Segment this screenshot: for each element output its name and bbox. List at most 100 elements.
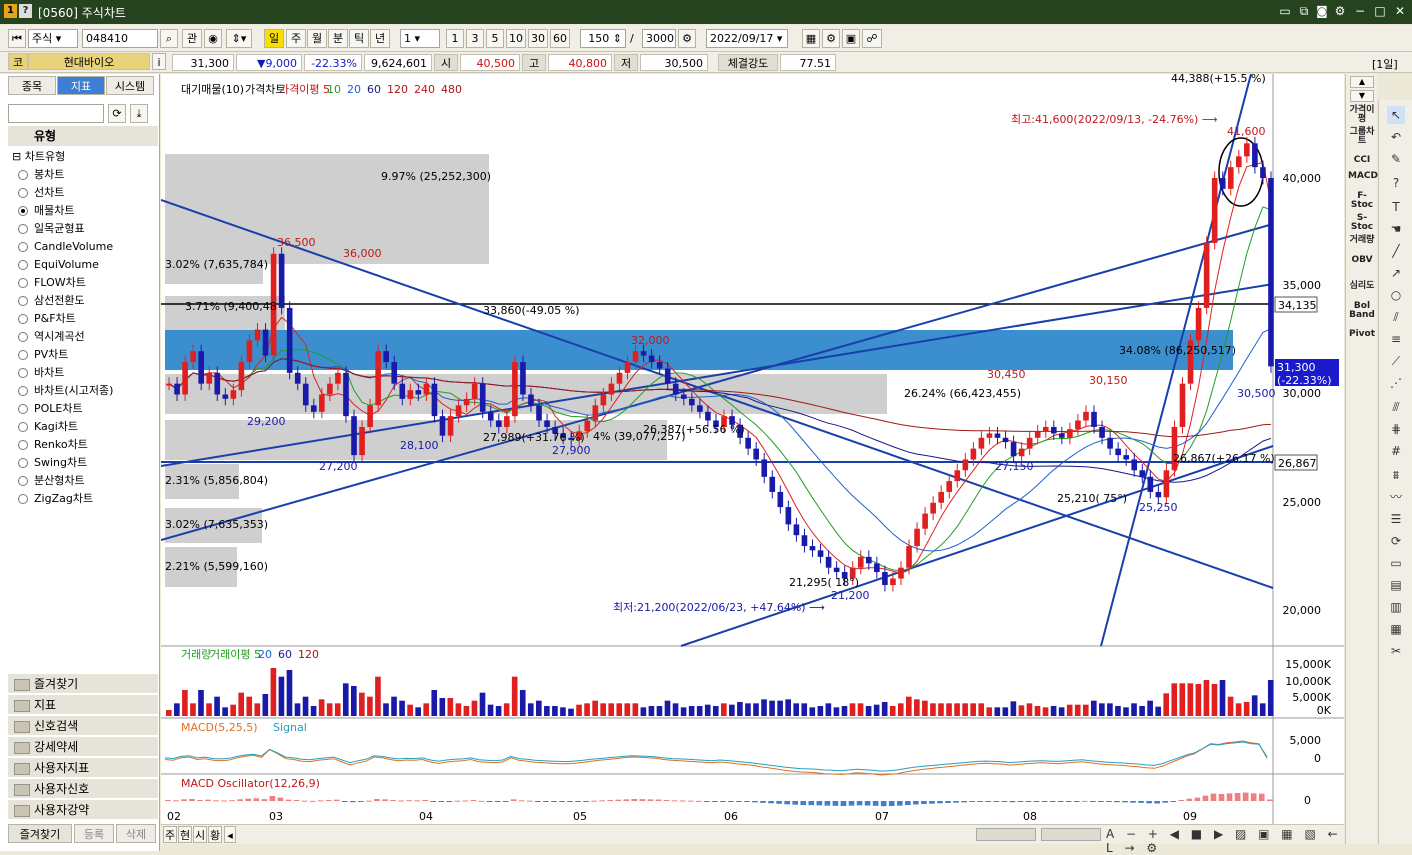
chart-type-root[interactable]: ⊟ 차트유형	[12, 148, 65, 164]
scroll-left-icon[interactable]: ◂	[224, 826, 236, 843]
chart-settings-icon[interactable]: ▦	[802, 29, 820, 48]
bar-chart-icon[interactable]: ▥	[1387, 598, 1405, 616]
indicator-shortcut-8[interactable]: 심리도	[1348, 282, 1376, 291]
wave-icon[interactable]: 〰	[1387, 488, 1405, 506]
chart-type-4[interactable]: CandleVolume	[18, 238, 113, 256]
chart-type-2[interactable]: 매물차트	[18, 202, 74, 220]
config-icon[interactable]: ⚙	[678, 29, 696, 48]
chart-type-18[interactable]: ZigZag차트	[18, 490, 93, 508]
chart-type-8[interactable]: P&F차트	[18, 310, 76, 328]
chart-type-14[interactable]: Kagi차트	[18, 418, 78, 436]
btn-ju[interactable]: 주	[163, 826, 177, 843]
quick-1[interactable]: 1	[446, 29, 464, 48]
chart-type-10[interactable]: PV차트	[18, 346, 68, 364]
folder-1[interactable]: 지표	[8, 695, 158, 715]
channel-icon[interactable]: ⫽	[1387, 308, 1405, 326]
total-input[interactable]: 3000	[642, 29, 676, 48]
chart-type-16[interactable]: Swing차트	[18, 454, 87, 472]
period-tick[interactable]: 틱	[349, 29, 369, 48]
scrollbar[interactable]	[976, 828, 1036, 841]
download-icon[interactable]: ⤓	[130, 104, 148, 123]
indicator-shortcut-10[interactable]: Pivot	[1348, 330, 1376, 339]
undo-icon[interactable]: ↶	[1387, 128, 1405, 146]
text-icon[interactable]: T	[1387, 198, 1405, 216]
info-icon[interactable]: i	[152, 53, 166, 70]
quick-3[interactable]: 3	[466, 29, 484, 48]
period-week[interactable]: 주	[286, 29, 306, 48]
help-icon[interactable]: ?	[19, 4, 32, 18]
question-icon[interactable]: ?	[1387, 174, 1405, 192]
btn-hyun[interactable]: 현	[178, 826, 192, 843]
parallel-icon[interactable]: ⫻	[1387, 398, 1405, 416]
type-header[interactable]: 유형	[8, 126, 158, 146]
chart-type-1[interactable]: 선차트	[18, 184, 64, 202]
refresh-icon[interactable]: ⟳	[108, 104, 126, 123]
eraser-icon[interactable]: ✎	[1387, 150, 1405, 168]
save-icon[interactable]: ▣	[842, 29, 860, 48]
indicator-shortcut-4[interactable]: F-Stoc	[1348, 192, 1376, 210]
updown-icon[interactable]: ⇕▾	[226, 29, 252, 48]
period-minute[interactable]: 분	[328, 29, 348, 48]
register-button[interactable]: 등록	[74, 824, 114, 843]
chart-type-6[interactable]: FLOW차트	[18, 274, 86, 292]
screen-icon[interactable]: ▭	[1277, 3, 1293, 19]
indicator-shortcut-0[interactable]: 가격이평	[1348, 106, 1376, 124]
btn-hwang[interactable]: 황	[208, 826, 222, 843]
circle-icon[interactable]: ○	[1387, 286, 1405, 304]
settings-icon[interactable]: ⚙	[1332, 3, 1348, 19]
tab-favorites[interactable]: 즐겨찾기	[8, 824, 72, 843]
link-icon[interactable]: ⧉	[1296, 3, 1312, 19]
search-input[interactable]	[8, 104, 104, 123]
tools-icon[interactable]: ✂	[1387, 642, 1405, 660]
fan-icon[interactable]: ⋰	[1387, 374, 1405, 392]
tab-system[interactable]: 시스템	[106, 76, 154, 95]
delete-button[interactable]: 삭제	[116, 824, 156, 843]
scroll-down-icon[interactable]: ▼	[1350, 90, 1374, 102]
indicator-shortcut-6[interactable]: 거래량	[1348, 236, 1376, 245]
pattern-icon[interactable]: ⩩	[1387, 466, 1405, 484]
auto-icon[interactable]: ⟳	[1387, 532, 1405, 550]
line-icon[interactable]: ╱	[1387, 242, 1405, 260]
chart-type-7[interactable]: 삼선전환도	[18, 292, 85, 310]
zoom-slider[interactable]	[1041, 828, 1101, 841]
grid-icon[interactable]: ⋕	[1387, 420, 1405, 438]
ray-icon[interactable]: ↗	[1387, 264, 1405, 282]
quick-10[interactable]: 10	[506, 29, 526, 48]
search-icon[interactable]: ⌕	[160, 29, 178, 48]
chart-type-12[interactable]: 바차트(시고저종)	[18, 382, 113, 400]
indicator-shortcut-9[interactable]: Bol Band	[1348, 302, 1376, 320]
prev-stock-icon[interactable]: ⏮	[8, 29, 26, 48]
chart-type-0[interactable]: 봉차트	[18, 166, 64, 184]
folder-4[interactable]: 사용자지표	[8, 758, 158, 778]
tab-stocks[interactable]: 종목	[8, 76, 56, 95]
period-year[interactable]: 년	[370, 29, 390, 48]
maximize-button[interactable]: □	[1372, 3, 1388, 19]
indicator-shortcut-7[interactable]: OBV	[1348, 256, 1376, 265]
interval-select[interactable]: 1 ▾	[400, 29, 440, 48]
doc-icon[interactable]: ▤	[1387, 576, 1405, 594]
capture-icon[interactable]: ◙	[1314, 3, 1330, 19]
period-month[interactable]: 월	[307, 29, 327, 48]
gear-icon[interactable]: ⚙	[822, 29, 840, 48]
indicator-shortcut-2[interactable]: CCI	[1348, 156, 1376, 165]
folder-3[interactable]: 강세약세	[8, 737, 158, 757]
code-input[interactable]: 048410	[82, 29, 158, 48]
count-input[interactable]: 150 ⇕	[580, 29, 626, 48]
indicator-icon[interactable]: ☍	[862, 29, 882, 48]
close-button[interactable]: ✕	[1392, 3, 1408, 19]
quick-5[interactable]: 5	[486, 29, 504, 48]
stock-icon[interactable]: ◉	[204, 29, 222, 48]
window-icon[interactable]: ▭	[1387, 554, 1405, 572]
cross-icon[interactable]: #	[1387, 442, 1405, 460]
kwan-button[interactable]: 관	[182, 29, 202, 48]
market-select[interactable]: 주식 ▾	[28, 29, 78, 48]
chart-type-13[interactable]: POLE차트	[18, 400, 83, 418]
chart-type-17[interactable]: 분산형차트	[18, 472, 85, 490]
chart-area[interactable]: 대기매물(10) 가격차트 가격이평 5 10 20 60 120 240 480 거래량 거래이평…	[160, 72, 1344, 844]
folder-0[interactable]: 즐겨찾기	[8, 674, 158, 694]
table-icon[interactable]: ▦	[1387, 620, 1405, 638]
chart-type-9[interactable]: 역시계곡선	[18, 328, 85, 346]
btn-si[interactable]: 시	[193, 826, 207, 843]
level-icon[interactable]: ☰	[1387, 510, 1405, 528]
hand-icon[interactable]: ☚	[1387, 220, 1405, 238]
